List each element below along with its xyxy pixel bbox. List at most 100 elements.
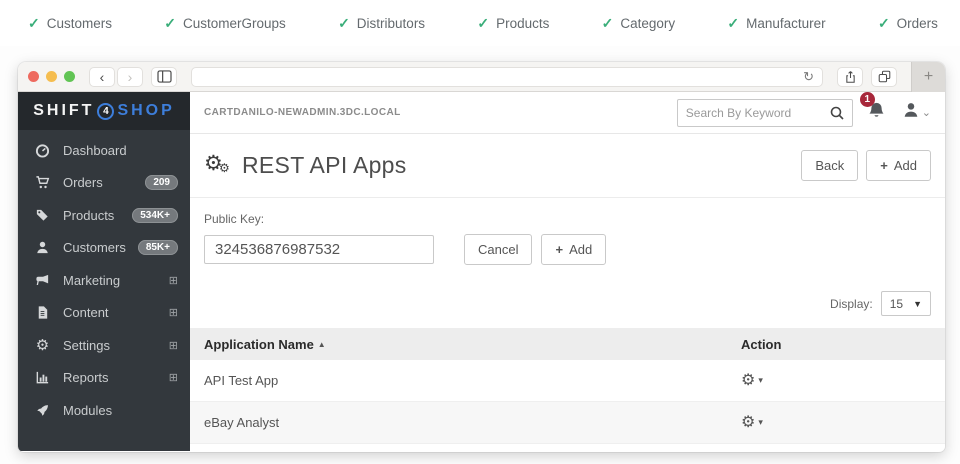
address-bar[interactable]: ↻ [191,67,823,87]
cogs-icon: ⚙ ⚙ [204,153,234,179]
sidebar: SHIFT 4 SHOP Dashboard Orders 209 [18,92,190,451]
public-key-form: Public Key: Cancel + Add [190,198,945,265]
nav-buttons: ‹ › [89,67,143,87]
customers-count-badge: 85K+ [138,240,178,255]
add-button-label: Add [894,158,917,173]
check-icon: ✓ [477,15,489,32]
back-nav-button[interactable]: ‹ [89,67,115,87]
logo-text-shift: SHIFT [33,102,94,120]
tab-overview-icon[interactable] [871,67,897,87]
form-add-button[interactable]: + Add [541,234,606,265]
sidebar-item-marketing[interactable]: Marketing ⊞ [18,264,190,297]
account-menu-button[interactable]: ⌄ [902,101,931,124]
display-label: Display: [830,297,873,311]
page-title: REST API Apps [242,152,801,179]
sidebar-item-label: Reports [63,370,169,385]
sidebar-item-label: Products [63,208,132,223]
sidebar-item-orders[interactable]: Orders 209 [18,167,190,200]
sidebar-item-label: Orders [63,175,145,190]
plus-icon: + [880,158,888,173]
check-icon: ✓ [338,15,350,32]
search-input[interactable] [678,106,822,120]
store-domain: CARTDANILO-NEWADMIN.3DC.LOCAL [204,107,677,118]
sidebar-item-reports[interactable]: Reports ⊞ [18,362,190,395]
column-label: Application Name [204,337,314,352]
sync-item-label: Category [620,16,675,31]
sync-item-orders: ✓ Orders [878,15,938,32]
expand-icon[interactable]: ⊞ [169,371,178,384]
share-icon[interactable] [837,67,863,87]
rocket-icon [34,402,51,418]
address-bar-input[interactable] [192,68,795,86]
table-row: eBay Analyst ⚙ ▾ [190,402,945,444]
back-button[interactable]: Back [801,150,858,181]
add-button[interactable]: + Add [866,150,931,181]
sync-item-customergroups: ✓ CustomerGroups [164,15,286,32]
admin-topbar: CARTDANILO-NEWADMIN.3DC.LOCAL 1 [190,92,945,134]
sync-item-distributors: ✓ Distributors [338,15,425,32]
shift4shop-logo[interactable]: SHIFT 4 SHOP [18,92,190,130]
bar-chart-icon [34,370,51,386]
expand-icon[interactable]: ⊞ [169,306,178,319]
search-icon[interactable] [822,105,852,121]
sidebar-item-modules[interactable]: Modules [18,394,190,427]
keyword-search[interactable] [677,99,853,127]
sidebar-item-customers[interactable]: Customers 85K+ [18,232,190,265]
check-icon: ✓ [878,15,890,32]
column-action: Action [741,337,931,352]
column-application-name[interactable]: Application Name ▲ [204,337,741,352]
plus-icon: + [555,242,563,257]
sidebar-item-label: Settings [63,338,169,353]
row-actions-dropdown[interactable]: ⚙ ▾ [741,373,763,389]
caret-down-icon: ▼ [913,299,922,309]
sync-item-label: Manufacturer [746,16,826,31]
logo-4-icon: 4 [97,103,114,120]
gear-icon: ⚙ [741,415,755,431]
close-window-button[interactable] [28,71,39,82]
browser-window: ‹ › ↻ + SHIFT 4 SHOP [18,62,945,452]
table-row: API Test App ⚙ ▾ [190,360,945,402]
sidebar-item-dashboard[interactable]: Dashboard [18,134,190,167]
notifications-button[interactable]: 1 [867,101,886,125]
gear-glyph-small: ⚙ [219,161,230,175]
minimize-window-button[interactable] [46,71,57,82]
cancel-button[interactable]: Cancel [464,234,532,265]
gears-icon: ⚙ [34,337,51,353]
sync-item-label: Customers [47,16,112,31]
admin-app: SHIFT 4 SHOP Dashboard Orders 209 [18,92,945,451]
sidebar-item-content[interactable]: Content ⊞ [18,297,190,330]
maximize-window-button[interactable] [64,71,75,82]
check-icon: ✓ [602,15,614,32]
gear-icon: ⚙ [741,373,755,389]
chevron-down-icon: ⌄ [922,106,931,119]
sidebar-item-settings[interactable]: ⚙ Settings ⊞ [18,329,190,362]
user-icon [34,240,51,256]
display-select[interactable]: 15 ▼ [881,291,931,316]
sync-item-customers: ✓ Customers [28,15,112,32]
sync-item-label: Distributors [357,16,425,31]
app-name-cell: eBay Analyst [204,415,741,430]
cart-icon [34,175,51,191]
forward-nav-button[interactable]: › [117,67,143,87]
sync-status-bar: ✓ Customers ✓ CustomerGroups ✓ Distribut… [0,0,960,46]
sidebar-item-label: Content [63,305,169,320]
sidebar-toggle-icon[interactable] [151,67,177,87]
dashboard-icon [34,142,51,158]
check-icon: ✓ [164,15,176,32]
sidebar-menu: Dashboard Orders 209 Products 534K+ [18,130,190,427]
tags-icon [34,207,51,223]
sidebar-item-products[interactable]: Products 534K+ [18,199,190,232]
table-header: Application Name ▲ Action [190,328,945,360]
expand-icon[interactable]: ⊞ [169,274,178,287]
caret-down-icon: ▾ [758,375,763,386]
new-tab-button[interactable]: + [911,62,945,92]
public-key-input[interactable] [204,235,434,264]
row-actions-dropdown[interactable]: ⚙ ▾ [741,415,763,431]
check-icon: ✓ [28,15,40,32]
refresh-icon[interactable]: ↻ [795,69,822,85]
public-key-label: Public Key: [204,212,931,226]
sidebar-item-label: Dashboard [63,143,178,158]
notification-count-badge: 1 [860,92,875,107]
expand-icon[interactable]: ⊞ [169,339,178,352]
user-icon [902,101,920,124]
